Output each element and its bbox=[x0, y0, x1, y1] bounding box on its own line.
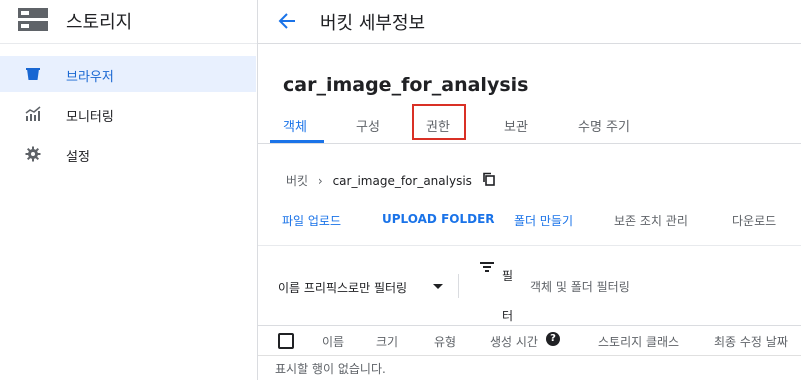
chevron-right-icon: › bbox=[317, 174, 323, 188]
sidebar: 스토리지 브라우저 모니터링 설정 bbox=[0, 0, 258, 380]
filter-icon bbox=[480, 262, 494, 272]
column-header-size[interactable]: 크기 bbox=[376, 333, 398, 350]
sidebar-item-label: 모니터링 bbox=[66, 110, 114, 125]
bucket-icon bbox=[26, 68, 40, 80]
page-title: 버킷 세부정보 bbox=[320, 13, 426, 34]
help-icon[interactable]: ? bbox=[546, 332, 560, 346]
breadcrumb-root[interactable]: 버킷 bbox=[286, 174, 308, 188]
manage-holds-button[interactable]: 보존 조치 관리 bbox=[614, 212, 688, 229]
select-all-checkbox[interactable] bbox=[278, 333, 294, 349]
column-header-created[interactable]: 생성 시간 bbox=[490, 333, 538, 350]
breadcrumb-current: car_image_for_analysis bbox=[332, 174, 472, 188]
tab-retention[interactable]: 보관 bbox=[504, 116, 528, 135]
filter-label: 필 터 bbox=[502, 269, 514, 323]
sidebar-title: 스토리지 bbox=[66, 12, 133, 33]
tab-objects[interactable]: 객체 bbox=[283, 116, 307, 135]
back-arrow-icon[interactable] bbox=[277, 11, 297, 31]
sidebar-header: 스토리지 bbox=[0, 0, 257, 44]
column-header-type[interactable]: 유형 bbox=[434, 333, 456, 350]
top-bar: 버킷 세부정보 bbox=[258, 0, 801, 44]
caret-down-icon bbox=[433, 284, 443, 289]
permissions-tab-highlight bbox=[412, 104, 466, 140]
table-header: 이름 크기 유형 생성 시간 ? 스토리지 클래스 최종 수정 날짜 bbox=[258, 325, 801, 356]
upload-files-button[interactable]: 파일 업로드 bbox=[282, 212, 341, 229]
tab-configuration[interactable]: 구성 bbox=[356, 116, 380, 135]
main-content: 버킷 세부정보 car_image_for_analysis 객체 구성 권한 … bbox=[258, 0, 801, 380]
filter-area: 이름 프리픽스로만 필터링 필 터 객체 및 폴더 필터링 bbox=[258, 245, 801, 326]
sidebar-item-settings[interactable]: 설정 bbox=[0, 136, 256, 172]
empty-table-message: 표시할 행이 없습니다. bbox=[275, 362, 386, 376]
create-folder-button[interactable]: 폴더 만들기 bbox=[514, 212, 573, 229]
sidebar-item-monitoring[interactable]: 모니터링 bbox=[0, 96, 256, 132]
chart-icon bbox=[25, 106, 41, 121]
sidebar-item-label: 설정 bbox=[66, 150, 90, 165]
download-button[interactable]: 다운로드 bbox=[732, 212, 776, 229]
column-header-last-modified[interactable]: 최종 수정 날짜 bbox=[714, 333, 788, 350]
prefix-filter-select[interactable]: 이름 프리픽스로만 필터링 bbox=[278, 279, 407, 296]
filter-input[interactable]: 객체 및 폴더 필터링 bbox=[530, 278, 630, 295]
column-header-name[interactable]: 이름 bbox=[322, 333, 344, 350]
tab-bar: 객체 구성 권한 보관 수명 주기 bbox=[258, 110, 801, 144]
gear-icon bbox=[25, 146, 41, 162]
column-header-storage-class[interactable]: 스토리지 클래스 bbox=[598, 333, 679, 350]
tab-lifecycle[interactable]: 수명 주기 bbox=[578, 116, 630, 135]
storage-icon bbox=[18, 8, 48, 33]
breadcrumb: 버킷 › car_image_for_analysis bbox=[286, 172, 472, 189]
upload-folder-button[interactable]: UPLOAD FOLDER bbox=[382, 212, 495, 226]
copy-icon[interactable] bbox=[482, 172, 496, 186]
active-tab-indicator bbox=[270, 140, 324, 143]
bucket-name: car_image_for_analysis bbox=[283, 74, 529, 96]
sidebar-item-browser[interactable]: 브라우저 bbox=[0, 56, 256, 92]
sidebar-item-label: 브라우저 bbox=[66, 70, 114, 85]
divider bbox=[458, 274, 459, 298]
